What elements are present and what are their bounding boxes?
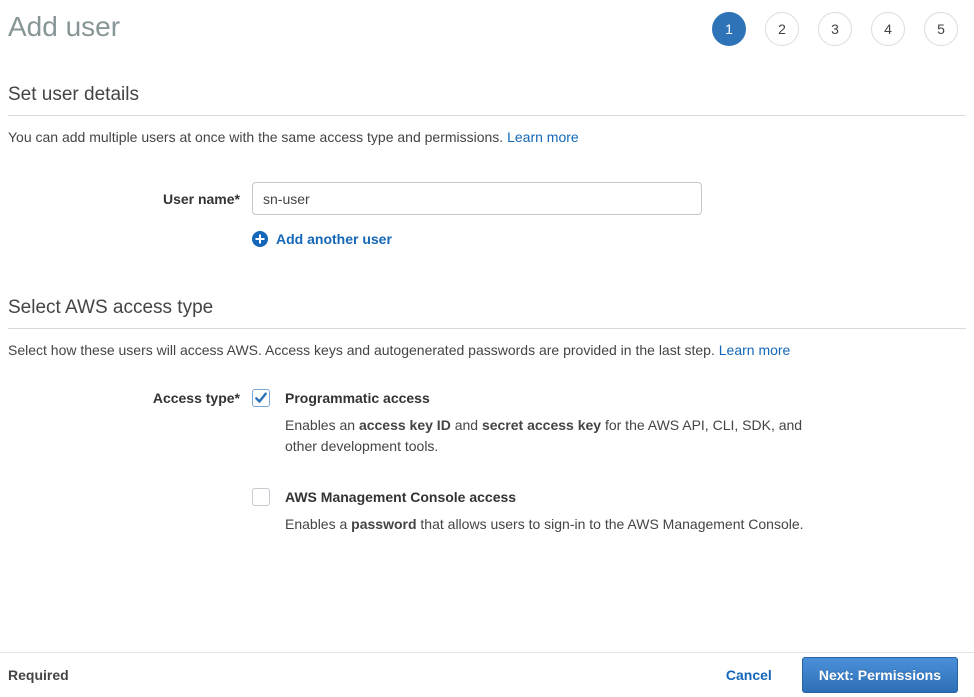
programmatic-access-checkbox[interactable] — [252, 389, 270, 407]
check-icon — [254, 391, 268, 405]
wizard-step-3: 3 — [818, 12, 852, 46]
section-description-user-details: You can add multiple users at once with … — [8, 128, 966, 147]
wizard-steps-indicator: 1 2 3 4 5 — [712, 12, 958, 46]
console-access-checkbox[interactable] — [252, 488, 270, 506]
user-details-description-text: You can add multiple users at once with … — [8, 129, 503, 145]
desc-segment-bold: access key ID — [359, 417, 451, 433]
desc-segment-bold: secret access key — [482, 417, 601, 433]
option-programmatic-access: Programmatic access Enables an access ke… — [252, 388, 810, 457]
wizard-step-1: 1 — [712, 12, 746, 46]
desc-segment-bold: password — [351, 516, 416, 532]
access-type-label: Access type* — [8, 388, 252, 408]
access-type-options: Programmatic access Enables an access ke… — [252, 388, 810, 535]
next-permissions-button[interactable]: Next: Permissions — [802, 657, 958, 693]
add-another-user-link[interactable]: Add another user — [252, 231, 392, 247]
plus-circle-icon — [252, 231, 268, 247]
access-type-description-text: Select how these users will access AWS. … — [8, 342, 715, 358]
wizard-footer: Required Cancel Next: Permissions — [0, 652, 974, 697]
desc-segment: Enables a — [285, 516, 351, 532]
programmatic-access-description: Enables an access key ID and secret acce… — [285, 415, 810, 457]
learn-more-link-access-type[interactable]: Learn more — [719, 342, 791, 358]
wizard-step-5: 5 — [924, 12, 958, 46]
wizard-step-2: 2 — [765, 12, 799, 46]
add-another-user-row: Add another user — [8, 231, 966, 247]
page-title: Add user — [8, 10, 120, 44]
required-note: Required — [8, 667, 69, 683]
desc-segment: and — [451, 417, 482, 433]
section-user-details: Set user details You can add multiple us… — [8, 84, 966, 247]
section-heading-user-details: Set user details — [8, 84, 966, 116]
section-description-access-type: Select how these users will access AWS. … — [8, 341, 966, 360]
wizard-step-4: 4 — [871, 12, 905, 46]
access-type-row: Access type* Programmatic access Enables… — [8, 388, 966, 535]
page-header: Add user 1 2 3 4 5 — [0, 0, 974, 46]
user-name-row: User name* — [8, 182, 966, 215]
footer-actions: Cancel Next: Permissions — [726, 657, 958, 693]
option-console-text: AWS Management Console access Enables a … — [285, 487, 804, 535]
section-access-type: Select AWS access type Select how these … — [8, 297, 966, 535]
console-access-description: Enables a password that allows users to … — [285, 514, 804, 535]
desc-segment: that allows users to sign-in to the AWS … — [417, 516, 804, 532]
option-programmatic-text: Programmatic access Enables an access ke… — [285, 388, 810, 457]
section-heading-access-type: Select AWS access type — [8, 297, 966, 329]
add-another-user-label: Add another user — [276, 231, 392, 247]
learn-more-link-user-details[interactable]: Learn more — [507, 129, 579, 145]
console-access-title: AWS Management Console access — [285, 487, 804, 507]
user-name-input[interactable] — [252, 182, 702, 215]
programmatic-access-title: Programmatic access — [285, 388, 810, 408]
desc-segment: Enables an — [285, 417, 359, 433]
user-name-label: User name* — [8, 189, 252, 209]
option-console-access: AWS Management Console access Enables a … — [252, 487, 810, 535]
cancel-button[interactable]: Cancel — [726, 667, 772, 683]
